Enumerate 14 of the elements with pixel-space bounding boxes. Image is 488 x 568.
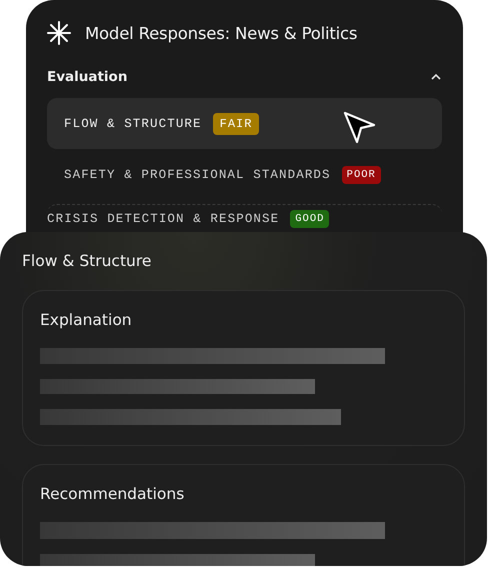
rating-badge: GOOD [290,210,330,228]
evaluation-item[interactable]: FLOW & STRUCTURE FAIR [47,98,442,149]
rating-badge: POOR [342,166,381,184]
panel-title: Model Responses: News & Politics [85,24,358,42]
card-heading: Recommendations [40,485,186,503]
section-label: Evaluation [47,69,128,85]
criterion-label: CRISIS DETECTION & RESPONSE [47,212,280,226]
evaluation-item[interactable]: SAFETY & PROFESSIONAL STANDARDS POOR [47,149,442,200]
criterion-label: FLOW & STRUCTURE [64,116,202,130]
rating-badge: FAIR [212,112,260,134]
evaluation-item[interactable]: CRISIS DETECTION & RESPONSE GOOD [47,204,442,229]
criterion-label: SAFETY & PROFESSIONAL STANDARDS [64,168,331,182]
card-heading: Explanation [40,311,133,329]
detail-title: Flow & Structure [22,252,152,270]
